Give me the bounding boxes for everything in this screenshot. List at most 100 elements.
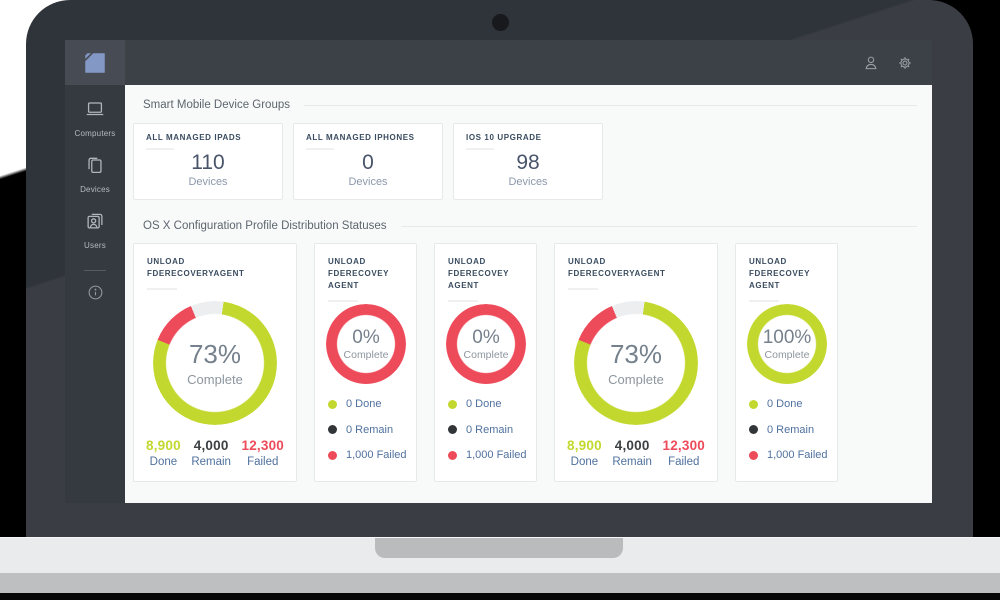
app-logo-icon xyxy=(82,50,108,76)
percent-complete: 73% xyxy=(610,339,662,370)
status-stat-label: Remain xyxy=(612,456,652,468)
legend-dot xyxy=(448,400,457,409)
section-title: OS X Configuration Profile Distribution … xyxy=(143,220,387,232)
legend-row: 0 Remain xyxy=(328,424,407,436)
status-stats-row: 8,900 Done4,000 Remain12,300 Failed xyxy=(555,438,717,468)
legend-label: 1,000 Failed xyxy=(346,449,407,461)
app-screen: Computers Devices Users Smart Mobile Dev… xyxy=(65,40,932,503)
legend-dot xyxy=(749,425,758,434)
distribution-status-card[interactable]: UNLOADFDERECOVEYAGENT 100% Complete 0 Do… xyxy=(735,243,838,482)
sidebar-item-devices[interactable]: Devices xyxy=(75,154,116,194)
sidebar-divider xyxy=(84,270,106,271)
status-stat-label: Remain xyxy=(191,456,231,468)
section-rule xyxy=(304,105,917,106)
donut-center-label: 0% Complete xyxy=(326,304,406,384)
title-underline xyxy=(749,300,779,302)
trackpad-notch xyxy=(375,538,623,558)
percent-complete: 73% xyxy=(189,339,241,370)
status-stat-value: 8,900 xyxy=(567,438,602,453)
donut-center-label: 100% Complete xyxy=(747,304,827,384)
device-group-title: ALL MANAGED IPADS xyxy=(146,133,282,142)
status-stat: 12,300 Failed xyxy=(242,438,285,468)
status-legend: 0 Done 0 Remain 1,000 Failed xyxy=(749,398,828,461)
legend-label: 1,000 Failed xyxy=(767,449,828,461)
laptop-base xyxy=(0,537,1000,573)
title-underline xyxy=(147,288,177,290)
device-group-title: ALL MANAGED IPHONES xyxy=(306,133,442,142)
legend-label: 0 Remain xyxy=(466,424,513,436)
user-icon[interactable] xyxy=(862,54,880,72)
section-rule xyxy=(401,226,917,227)
status-stat-value: 4,000 xyxy=(612,438,652,453)
profile-title: UNLOADFDERECOVERYAGENT xyxy=(147,256,296,280)
legend-row: 1,000 Failed xyxy=(448,449,527,461)
laptop-front-edge xyxy=(0,573,1000,593)
section-header-device-groups: Smart Mobile Device Groups xyxy=(143,94,917,116)
status-stat-label: Done xyxy=(567,456,602,468)
device-group-card[interactable]: IOS 10 UPGRADE 98 Devices xyxy=(453,123,603,200)
legend-dot xyxy=(749,451,758,460)
section-header-distribution-statuses: OS X Configuration Profile Distribution … xyxy=(143,215,917,237)
legend-row: 0 Remain xyxy=(749,424,828,436)
legend-dot xyxy=(328,425,337,434)
status-stat-label: Failed xyxy=(242,456,285,468)
title-underline xyxy=(328,300,358,302)
status-stat-value: 4,000 xyxy=(191,438,231,453)
status-stat-value: 8,900 xyxy=(146,438,181,453)
percent-complete: 0% xyxy=(472,327,499,349)
app-logo-button[interactable] xyxy=(65,40,125,85)
sidebar-item-label: Computers xyxy=(75,129,116,138)
title-underline xyxy=(146,148,174,150)
distribution-status-card[interactable]: UNLOADFDERECOVEYAGENT 0% Complete 0 Done… xyxy=(434,243,537,482)
device-count-label: Devices xyxy=(306,176,430,188)
webcam xyxy=(492,14,509,31)
sidebar-item-label: Users xyxy=(84,241,106,250)
sidebar-item-label: Devices xyxy=(80,185,110,194)
laptop-bottom-shadow xyxy=(0,593,1000,600)
legend-row: 0 Done xyxy=(749,398,828,410)
status-legend: 0 Done 0 Remain 1,000 Failed xyxy=(448,398,527,461)
distribution-status-card[interactable]: UNLOADFDERECOVEYAGENT 0% Complete 0 Done… xyxy=(314,243,417,482)
legend-label: 0 Remain xyxy=(346,424,393,436)
status-stats-row: 8,900 Done 4,000 Remain 12,300 Failed xyxy=(134,438,296,468)
device-group-card[interactable]: ALL MANAGED IPHONES 0 Devices xyxy=(293,123,443,200)
sidebar-item-computers[interactable]: Computers xyxy=(75,98,116,138)
status-stat-label: Failed xyxy=(663,456,706,468)
legend-dot xyxy=(749,400,758,409)
distribution-status-card[interactable]: UNLOADFDERECOVERYAGENT 73% Complete 8,90… xyxy=(554,243,718,482)
distribution-status-card[interactable]: UNLOADFDERECOVERYAGENT 73% Complete 8,90… xyxy=(133,243,297,482)
device-count: 110 xyxy=(146,151,270,175)
info-icon[interactable] xyxy=(87,284,104,301)
legend-label: 0 Done xyxy=(466,398,501,410)
complete-label: Complete xyxy=(765,349,810,361)
laptop-icon xyxy=(84,98,106,125)
legend-row: 1,000 Failed xyxy=(328,449,407,461)
device-count-label: Devices xyxy=(466,176,590,188)
sidebar: Computers Devices Users xyxy=(65,85,125,503)
section-title: Smart Mobile Device Groups xyxy=(143,99,290,111)
legend-row: 1,000 Failed xyxy=(749,449,828,461)
legend-label: 0 Done xyxy=(346,398,381,410)
complete-label: Complete xyxy=(344,349,389,361)
legend-row: 0 Remain xyxy=(448,424,527,436)
gear-icon[interactable] xyxy=(896,54,914,72)
title-underline xyxy=(448,300,478,302)
percent-complete: 100% xyxy=(763,327,812,349)
legend-label: 0 Done xyxy=(767,398,802,410)
donut-center-label: 73% Complete xyxy=(153,301,277,425)
device-group-card[interactable]: ALL MANAGED IPADS 110 Devices xyxy=(133,123,283,200)
legend-label: 0 Remain xyxy=(767,424,814,436)
status-stat: 8,900 Done xyxy=(146,438,181,468)
app-topbar xyxy=(65,40,932,85)
device-count: 98 xyxy=(466,151,590,175)
sidebar-item-users[interactable]: Users xyxy=(75,210,116,250)
tablet-icon xyxy=(84,154,106,181)
profile-title: UNLOADFDERECOVEYAGENT xyxy=(328,256,416,292)
status-stat: 4,000 Remain xyxy=(191,438,231,468)
status-stat-value: 12,300 xyxy=(242,438,285,453)
complete-label: Complete xyxy=(464,349,509,361)
legend-dot xyxy=(328,451,337,460)
profile-title: UNLOADFDERECOVEYAGENT xyxy=(448,256,536,292)
laptop-lid: Computers Devices Users Smart Mobile Dev… xyxy=(26,0,973,537)
complete-label: Complete xyxy=(608,372,664,387)
